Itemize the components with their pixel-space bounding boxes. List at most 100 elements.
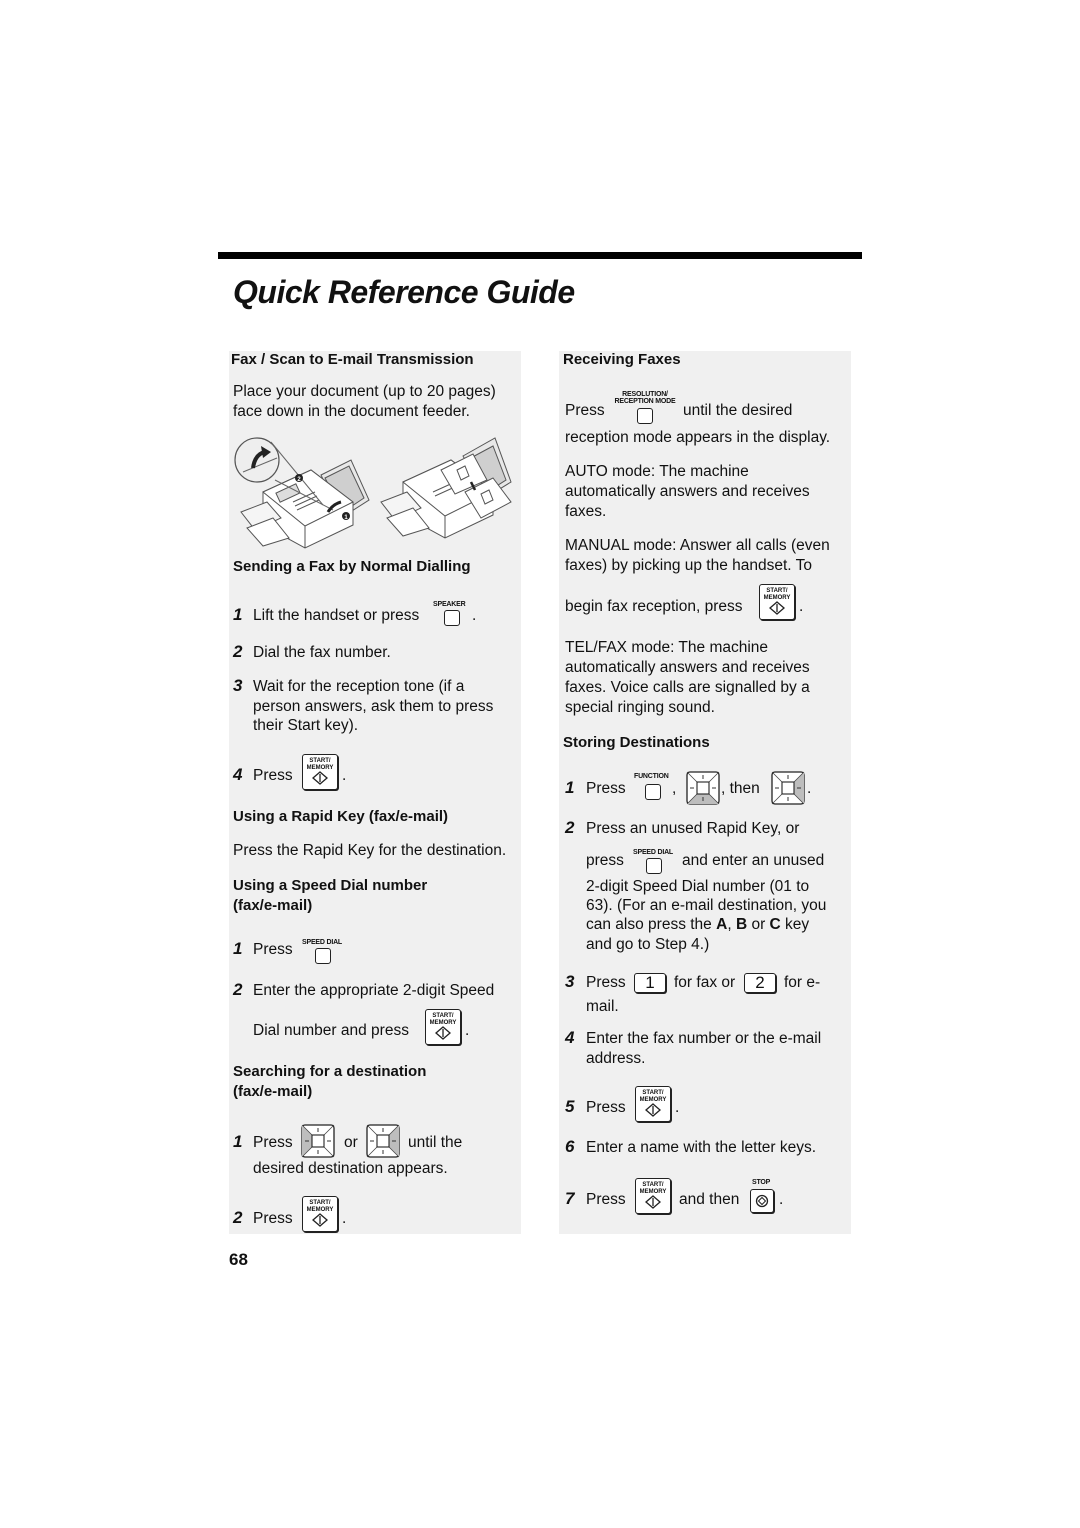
- reception-mode-key[interactable]: [637, 408, 653, 424]
- step-text: Wait for the reception tone (if a: [253, 678, 465, 695]
- fax-scan-heading: Fax / Scan to E-mail Transmission: [231, 351, 474, 368]
- period: .: [342, 767, 347, 784]
- step-text: Dial the fax number.: [253, 644, 391, 661]
- telfax-mode-text: TEL/FAX mode: The machine: [565, 639, 769, 656]
- nav-key-right[interactable]: [771, 771, 805, 805]
- function-key[interactable]: [645, 784, 661, 800]
- start-memory-key[interactable]: START/MEMORY: [302, 1196, 338, 1232]
- function-key-label: FUNCTION: [634, 773, 669, 780]
- period: .: [465, 1022, 470, 1039]
- step-text: Press: [253, 1210, 293, 1227]
- period: .: [675, 1099, 680, 1116]
- speed-dial-key-label: SPEED DIAL: [633, 849, 674, 856]
- step-number: 2: [565, 818, 575, 837]
- start-label: START/: [309, 758, 331, 764]
- speed-dial-key-label: SPEED DIAL: [302, 939, 343, 946]
- nav-key-right[interactable]: [366, 1124, 400, 1158]
- start-memory-key[interactable]: START/MEMORY: [302, 754, 338, 790]
- step-text: their Start key).: [253, 717, 359, 734]
- nav-key-left[interactable]: [301, 1124, 335, 1158]
- speaker-key[interactable]: [444, 610, 460, 626]
- receiving-text: reception mode appears in the display.: [565, 429, 831, 446]
- step-number: 1: [233, 939, 243, 958]
- receiving-press: Press: [565, 402, 605, 419]
- nav-key-down[interactable]: [686, 771, 720, 805]
- speaker-key-label: SPEAKER: [433, 601, 466, 608]
- receiving-heading: Receiving Faxes: [563, 351, 681, 368]
- start-memory-key[interactable]: START/MEMORY: [635, 1178, 671, 1214]
- step-number: 7: [565, 1189, 575, 1208]
- step-text: desired destination appears.: [253, 1160, 448, 1177]
- then-text: , then: [721, 780, 760, 797]
- step-text: Press an unused Rapid Key, or: [586, 820, 800, 837]
- step-text: person answers, ask them to press: [253, 698, 494, 715]
- step-text: address.: [586, 1050, 646, 1067]
- step-text: Press: [586, 1099, 626, 1116]
- step-number: 3: [233, 676, 243, 695]
- start-label: START/: [309, 1200, 331, 1206]
- period: .: [342, 1210, 347, 1227]
- start-label: START/: [766, 588, 788, 594]
- fax-scan-text-2: face down in the document feeder.: [233, 403, 470, 420]
- step-text: Press: [586, 1191, 626, 1208]
- normal-dialling-heading: Sending a Fax by Normal Dialling: [233, 558, 471, 575]
- start-diamond-icon: [769, 601, 785, 615]
- step-text: Enter the fax number or the e-mail: [586, 1030, 822, 1047]
- title-rule: [218, 252, 862, 259]
- memory-label: MEMORY: [306, 764, 334, 771]
- memory-label: MEMORY: [639, 1096, 667, 1103]
- memory-label: MEMORY: [763, 594, 791, 601]
- auto-mode-text: automatically answers and receives: [565, 483, 810, 500]
- page-title: Quick Reference Guide: [233, 274, 575, 310]
- step-text: can also press the A, B or C key: [586, 916, 810, 933]
- start-diamond-icon: [312, 771, 328, 785]
- manual-mode-text: begin fax reception, press: [565, 598, 743, 615]
- fax-machine-illustration: 2 1: [234, 437, 512, 549]
- manual-mode-text: MANUAL mode: Answer all calls (even: [565, 537, 830, 554]
- comma: ,: [672, 780, 677, 797]
- memory-label: MEMORY: [306, 1206, 334, 1213]
- storing-heading: Storing Destinations: [563, 734, 710, 751]
- start-memory-key[interactable]: START/MEMORY: [425, 1009, 461, 1045]
- start-memory-key[interactable]: START/MEMORY: [635, 1086, 671, 1122]
- speed-dial-key[interactable]: [646, 858, 662, 874]
- memory-label: MEMORY: [429, 1019, 457, 1026]
- telfax-mode-text: special ringing sound.: [565, 699, 715, 716]
- step-number: 5: [565, 1097, 575, 1116]
- start-label: START/: [642, 1182, 664, 1188]
- step-text: and enter an unused: [682, 852, 825, 869]
- step-text: Press: [253, 767, 293, 784]
- fax-machine-right-icon: [380, 437, 512, 539]
- memory-label: MEMORY: [639, 1188, 667, 1195]
- search-heading-1: Searching for a destination: [233, 1063, 427, 1080]
- start-memory-key[interactable]: START/MEMORY: [759, 584, 795, 620]
- until-text: until the: [408, 1134, 463, 1151]
- step-number: 4: [233, 765, 243, 784]
- speed-dial-heading-1: Using a Speed Dial number: [233, 877, 428, 894]
- step-text: Press: [253, 1134, 293, 1151]
- step-number: 1: [233, 605, 243, 624]
- step-text: Press: [586, 974, 626, 991]
- auto-mode-text: AUTO mode: The machine: [565, 463, 749, 480]
- step-number: 1: [565, 778, 575, 797]
- period: .: [779, 1191, 784, 1208]
- stop-icon: [755, 1194, 769, 1208]
- telfax-mode-text: faxes. Voice calls are signalled by a: [565, 679, 810, 696]
- step-text: Press: [586, 780, 626, 797]
- speed-dial-key[interactable]: [315, 948, 331, 964]
- reception-mode-key-label: RESOLUTION/RECEPTION MODE: [614, 391, 676, 405]
- start-label: START/: [642, 1090, 664, 1096]
- digit-key-2[interactable]: 2: [744, 973, 776, 993]
- stop-key-label: STOP: [752, 1179, 771, 1186]
- search-heading-2: (fax/e-mail): [233, 1083, 313, 1100]
- step-number: 2: [233, 642, 243, 661]
- receiving-text: until the desired: [683, 402, 793, 419]
- stop-key[interactable]: [750, 1189, 774, 1213]
- period: .: [799, 598, 804, 615]
- period: .: [807, 780, 812, 797]
- step-text: for e-: [784, 974, 821, 991]
- step-text: for fax or: [674, 974, 736, 991]
- digit-key-1[interactable]: 1: [634, 973, 666, 993]
- manual-mode-text: faxes) by picking up the handset. To: [565, 557, 813, 574]
- start-diamond-icon: [645, 1195, 661, 1209]
